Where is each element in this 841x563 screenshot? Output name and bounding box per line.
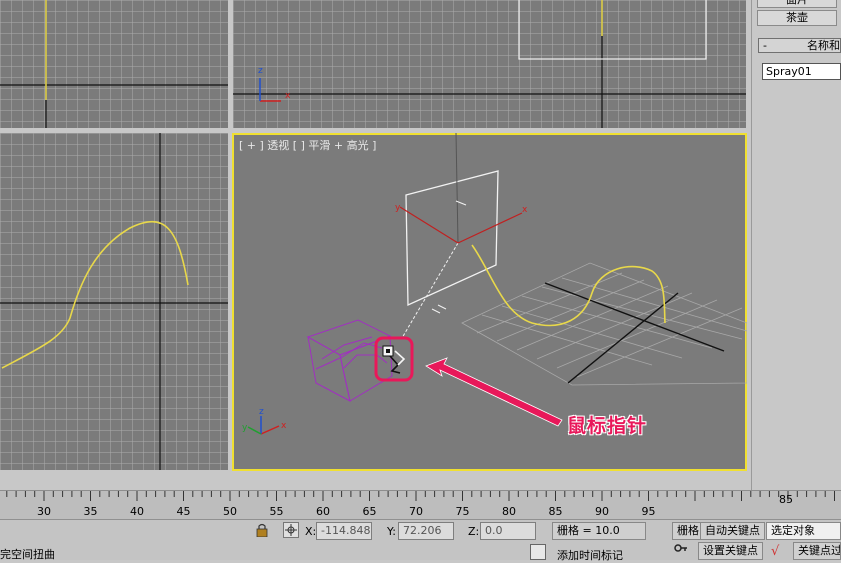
selected-object-dropdown[interactable]: 选定对象	[766, 522, 841, 540]
bottom-left-drawing	[0, 133, 228, 470]
z-label: Z:	[468, 525, 480, 538]
perspective-drawing: y x x z y	[242, 133, 747, 435]
timeline-tick-label: 40	[130, 505, 144, 518]
timeline-tick-label: 35	[84, 505, 98, 518]
timeline-tick-label: 65	[363, 505, 377, 518]
rollout-title: 名称和	[807, 39, 840, 52]
timeline-track[interactable]: 30 35 40 45 50 55 60 65 70 75 80 85 90 95 85	[0, 490, 841, 519]
auto-key-button[interactable]: 自动关键点	[700, 522, 765, 540]
object-name-field[interactable]: Spray01	[762, 63, 841, 80]
viewport-top-right[interactable]: x z	[233, 0, 746, 128]
cursor-icon	[382, 345, 406, 374]
transform-mode-icon[interactable]	[283, 522, 299, 538]
perspective-viewport-label[interactable]: [ + ] 透视 [ ] 平滑 + 高光 ]	[239, 137, 376, 153]
viewport-top-left[interactable]	[0, 0, 228, 128]
y-coordinate-field[interactable]: 72.206	[398, 522, 454, 540]
viewport-perspective[interactable]: y x x z y [ + ] 透视 [ ] 平滑 + 高光 ]	[232, 133, 747, 471]
timeline-tick-label: 70	[409, 505, 423, 518]
rollout-toggle[interactable]: -	[763, 39, 767, 52]
teapot-button[interactable]: 茶壶	[757, 10, 837, 26]
timeline-tick-label: 60	[316, 505, 330, 518]
patch-button[interactable]: 面片	[757, 0, 837, 8]
x-coordinate-field[interactable]: -114.848	[316, 522, 372, 540]
persp-axis-y: y	[395, 203, 401, 213]
timeline-tick-label: 30	[37, 505, 51, 518]
status-prompt: 完空间扭曲	[0, 548, 55, 561]
key-filter-icon[interactable]: √	[771, 544, 779, 559]
status-bar: 完空间扭曲 X: -114.848 Y: 72.206 Z: 0.0 栅格 = …	[0, 519, 841, 563]
axis-x-label: x	[285, 91, 291, 101]
timeline-tick-label: 45	[177, 505, 191, 518]
timeline-tick-label: 80	[502, 505, 516, 518]
y-label: Y:	[387, 525, 396, 538]
top-left-drawing	[0, 0, 228, 128]
key-icon[interactable]	[674, 542, 688, 556]
z-coordinate-field[interactable]: 0.0	[480, 522, 536, 540]
top-right-drawing: x z	[233, 0, 746, 128]
viewport-bottom-left[interactable]	[0, 133, 228, 470]
axis-z-label: z	[258, 66, 263, 76]
persp-tripod-z: z	[259, 407, 264, 417]
persp-tripod-x: x	[281, 421, 287, 431]
add-time-tag-label[interactable]: 添加时间标记	[557, 547, 623, 563]
timeline-tick-label: 55	[270, 505, 284, 518]
x-label: X:	[305, 525, 317, 538]
set-key-button[interactable]: 设置关键点	[698, 542, 763, 560]
name-color-rollout[interactable]: - 名称和	[758, 38, 841, 53]
grid-size-display: 栅格 = 10.0	[552, 522, 646, 540]
timeline-tick-label: 90	[595, 505, 609, 518]
lock-icon[interactable]	[256, 523, 268, 538]
timeline-tick-label: 75	[456, 505, 470, 518]
timeline-tick-label: 50	[223, 505, 237, 518]
timeline-tick-label: 85	[549, 505, 563, 518]
persp-tripod-y: y	[242, 423, 248, 433]
persp-axis-x: x	[522, 205, 528, 215]
timeline-ruler: 30 35 40 45 50 55 60 65 70 75 80 85 90 95 85	[6, 491, 835, 518]
timeline-tick-label: 95	[642, 505, 656, 518]
time-tag-icon[interactable]	[530, 544, 546, 560]
annotation-label: 鼠标指针	[567, 415, 648, 437]
timeline-end-label: 85	[779, 493, 793, 506]
key-filters-button[interactable]: 关键点过	[793, 542, 841, 560]
